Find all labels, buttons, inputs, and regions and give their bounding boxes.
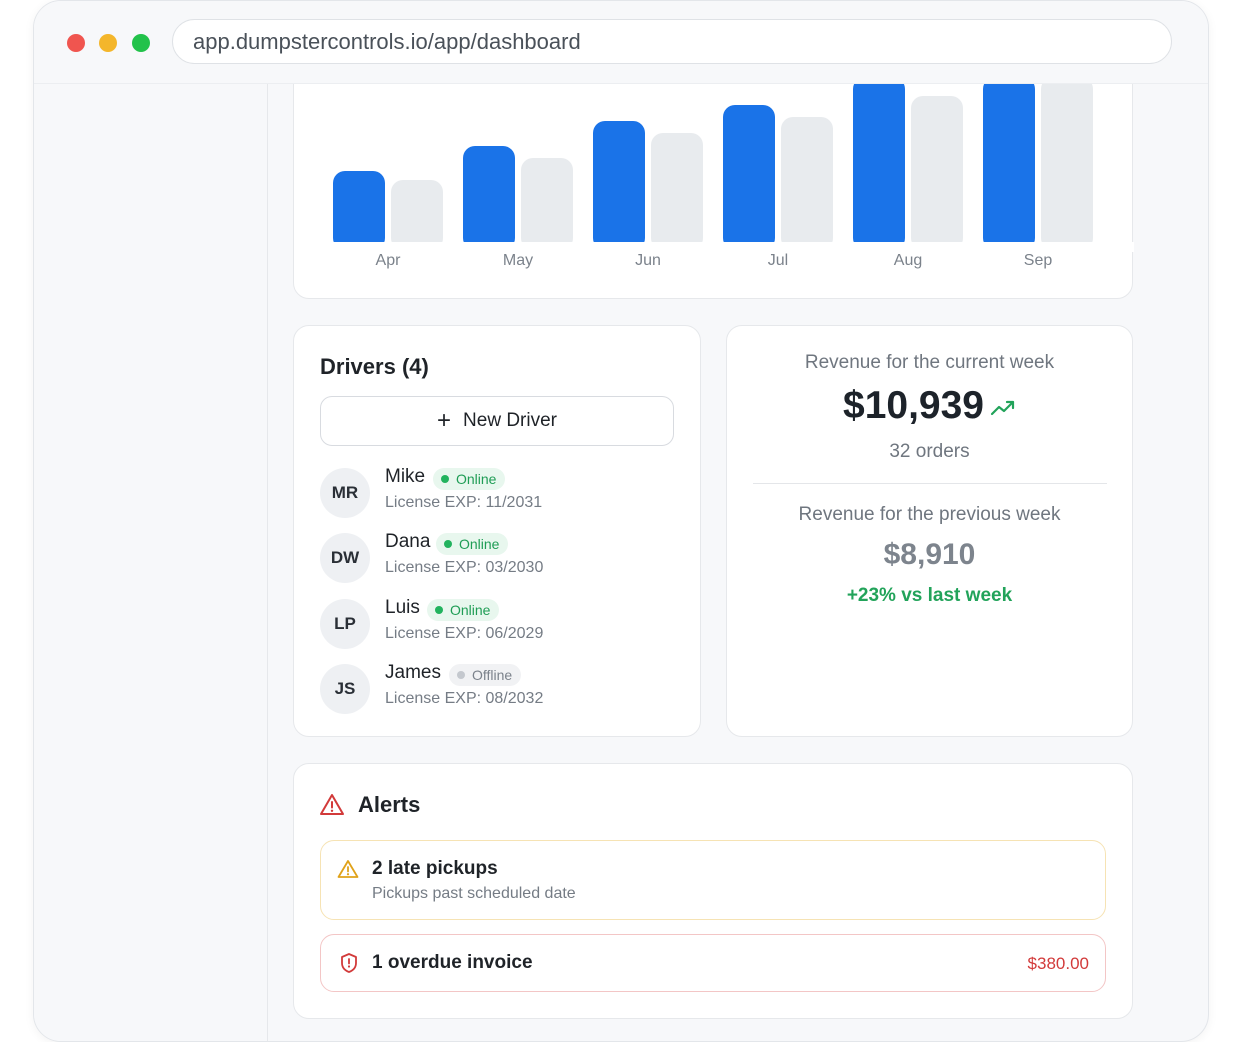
driver-row[interactable]: LP Luis Online License EXP: 06/2029 [320,597,670,651]
warning-triangle-icon [337,860,359,878]
alert-title: 1 overdue invoice [372,952,533,973]
current-week-label: Revenue for the current week [804,352,1055,373]
alert-subtitle: Pickups past scheduled date [372,885,576,902]
drivers-title: Drivers (4) [320,354,429,379]
plus-icon: + [437,407,452,434]
x-tick-label: Sep [1024,252,1053,269]
status-dot-icon [435,606,443,614]
alerts-title: Alerts [358,792,421,817]
close-window-button[interactable] [67,34,85,52]
sidebar [34,83,268,1041]
divider [753,483,1107,484]
trending-up-icon [990,400,1015,416]
bar-current[interactable] [723,105,775,250]
browser-window: app.dumpstercontrols.io/app/dashboard Ap… [33,0,1209,1042]
address-bar[interactable]: app.dumpstercontrols.io/app/dashboard [172,19,1172,64]
status-dot-icon [441,475,449,483]
overdue-invoice-alert[interactable]: 1 overdue invoice $380.00 [320,934,1106,992]
x-tick-label: Apr [376,252,402,269]
bar-previous[interactable] [521,158,573,250]
new-driver-button[interactable]: + New Driver [320,396,674,446]
driver-row[interactable]: DW Dana Online License EXP: 03/2030 [320,531,670,585]
status-badge: Online [427,599,500,621]
url-text: app.dumpstercontrols.io/app/dashboard [193,28,581,54]
avatar: DW [320,533,370,583]
minimize-window-button[interactable] [99,34,117,52]
avatar: MR [320,468,370,518]
drivers-card: Drivers (4) + New Driver MR Mike Online … [293,325,701,737]
driver-row[interactable]: MR Mike Online License EXP: 11/2031 [320,466,670,520]
revenue-card: Revenue for the current week $10,939 32 … [726,325,1133,737]
status-dot-icon [444,540,452,548]
license-expiry: License EXP: 11/2031 [385,494,543,511]
bar-current[interactable] [333,171,385,250]
bar-previous[interactable] [651,133,703,250]
current-week-revenue: $10,939 [727,384,1132,428]
license-expiry: License EXP: 08/2032 [385,690,544,707]
license-expiry: License EXP: 03/2030 [385,559,544,576]
driver-name: Dana [385,531,431,552]
x-tick-label: May [503,252,533,269]
new-driver-label: New Driver [463,410,557,431]
bar-previous[interactable] [911,96,963,250]
status-badge: Offline [449,664,522,686]
avatar: JS [320,664,370,714]
x-tick-label: Jun [635,252,661,269]
bar-current[interactable] [463,146,515,250]
bar-previous[interactable] [391,180,443,250]
previous-week-label: Revenue for the previous week [798,504,1061,525]
status-text: Online [459,536,500,552]
alert-title: 2 late pickups [372,858,498,879]
status-text: Online [450,602,491,618]
invoice-amount: $380.00 [1027,954,1089,973]
bar-current[interactable] [853,77,905,250]
driver-name: James [385,662,441,683]
license-expiry: License EXP: 06/2029 [385,625,544,642]
driver-row[interactable]: JS James Offline License EXP: 08/2032 [320,662,670,716]
revenue-change: +23% vs last week [846,585,1013,606]
bar-previous[interactable] [1041,77,1093,250]
orders-count: 32 orders [889,441,970,462]
bar-current[interactable] [593,121,645,250]
status-dot-icon [457,671,465,679]
avatar: LP [320,599,370,649]
status-badge: Online [436,533,509,555]
bar-previous[interactable] [781,117,833,250]
previous-week-value: $8,910 [883,538,976,571]
x-tick-label: Aug [894,252,922,269]
status-text: Offline [472,667,513,683]
browser-titlebar: app.dumpstercontrols.io/app/dashboard [34,1,1208,84]
alert-triangle-icon [320,794,344,815]
late-pickups-alert[interactable]: 2 late pickups Pickups past scheduled da… [320,840,1106,920]
driver-name: Luis [385,597,420,618]
x-tick-label: Jul [768,252,788,269]
status-text: Online [456,471,497,487]
chart-baseline-mask [294,242,1134,252]
shield-alert-icon [341,953,357,973]
driver-name: Mike [385,466,426,487]
maximize-window-button[interactable] [132,34,150,52]
alerts-card: Alerts 2 late pickups Pickups past sched… [293,763,1133,1019]
status-badge: Online [433,468,506,490]
current-week-value: $10,939 [843,384,984,427]
bar-current[interactable] [983,77,1035,250]
